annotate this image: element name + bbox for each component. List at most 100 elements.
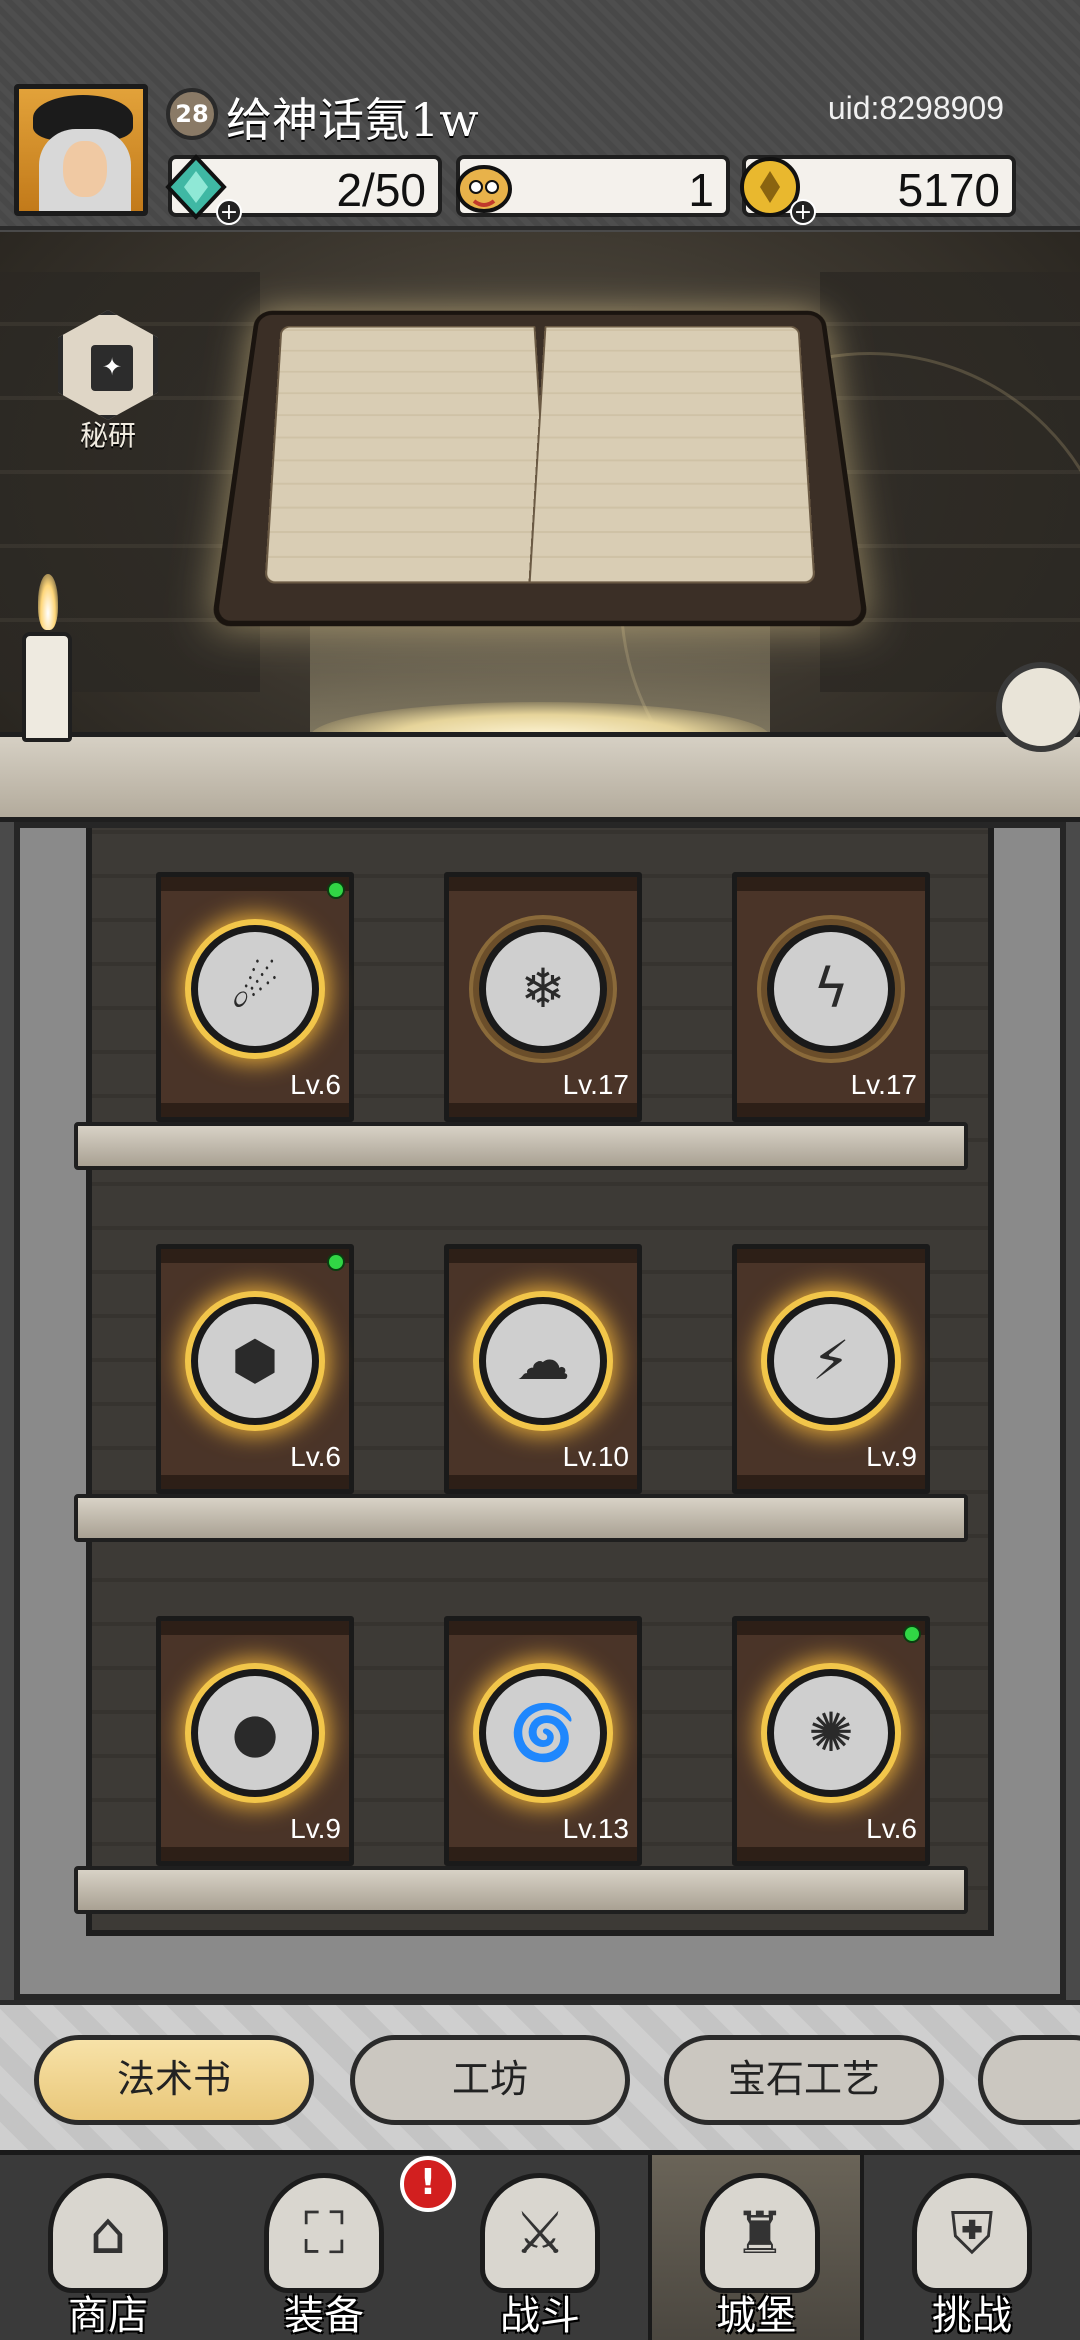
book-spine [449,1621,637,1635]
shield-icon: ⛨ [912,2173,1032,2293]
tab-more[interactable] [978,2035,1080,2125]
book-spine [161,1475,349,1489]
spellbook-card[interactable]: ϟ Lv.17 [732,872,930,1122]
player-avatar[interactable] [14,84,148,216]
book-spine [737,1621,925,1635]
nav-battle-label: 战斗 [432,2283,648,2340]
book-spine [737,1475,925,1489]
nav-battle[interactable]: ⚔ 战斗 [432,2155,648,2340]
book-spine [449,1475,637,1489]
spellbook-card[interactable]: ☄ Lv.6 [156,872,354,1122]
energy-value: 2/50 [336,163,426,217]
spellbook-card[interactable]: ⚡ Lv.9 [732,1244,930,1494]
spellbook-card[interactable]: ● Lv.9 [156,1616,354,1866]
gold-value: 5170 [898,163,1000,217]
new-indicator-dot [327,881,345,899]
spell-emblem-ring: ϟ [767,925,895,1053]
secret-research-label: 秘研 [54,414,162,454]
book-spine [449,1103,637,1117]
desk [0,732,1080,822]
floating-tome[interactable] [235,282,845,642]
spell-emblem-ring: 🌀 [479,1669,607,1797]
book-spine [737,1249,925,1263]
candle-icon [22,632,72,742]
spell-icon: ⚡ [796,1326,866,1396]
ticket-resource[interactable]: 1 [456,155,730,217]
avatar-face [63,141,107,197]
book-spine [737,877,925,891]
spell-level: Lv.9 [290,1813,341,1845]
secret-research-button[interactable]: ✦ 秘研 [54,310,162,450]
book-spine [161,1621,349,1635]
tab-spellbook[interactable]: 法术书 [34,2035,314,2125]
spell-emblem-ring: ☄ [191,925,319,1053]
spell-icon: ϟ [796,954,866,1024]
nav-challenge[interactable]: ⛨ 挑战 [864,2155,1080,2340]
nav-shop[interactable]: ⌂ 商店 [0,2155,216,2340]
book-spine [161,1847,349,1861]
spell-icon: ⬢ [220,1326,290,1396]
book-spine [737,1103,925,1117]
shelf-plank [74,1866,968,1914]
book-spine [449,877,637,891]
spellbook-card[interactable]: ☁ Lv.10 [444,1244,642,1494]
book-spine [161,1103,349,1117]
secret-research-hex: ✦ [58,310,158,420]
add-energy-icon[interactable]: + [216,199,242,225]
spell-icon: 🌀 [508,1698,578,1768]
spellbook-card[interactable]: ✺ Lv.6 [732,1616,930,1866]
book-spine [161,1249,349,1263]
nav-challenge-label: 挑战 [864,2283,1080,2340]
spell-emblem-ring: ✺ [767,1669,895,1797]
gold-resource[interactable]: + 5170 [742,155,1016,217]
spell-icon: ☄ [220,954,290,1024]
spell-emblem-ring: ⚡ [767,1297,895,1425]
spell-emblem-ring: ❄ [479,925,607,1053]
spellbook-card[interactable]: ❄ Lv.17 [444,872,642,1122]
tome-page-right [528,326,815,584]
spell-level: Lv.17 [563,1069,629,1101]
castle-icon: ♜ [700,2173,820,2293]
spell-level: Lv.6 [290,1441,341,1473]
spell-emblem-ring: ● [191,1669,319,1797]
tab-workshop[interactable]: 工坊 [350,2035,630,2125]
ticket-value: 1 [688,163,714,217]
new-indicator-dot [903,1625,921,1643]
spell-icon: ☁ [508,1326,578,1396]
book-spine [161,877,349,891]
sub-tab-bar: 法术书 工坊 宝石工艺 [0,2000,1080,2150]
nav-equipment-label: 装备 [216,2283,432,2340]
energy-resource[interactable]: + 2/50 [168,155,442,217]
spell-icon: ✺ [796,1698,866,1768]
spellbook-card[interactable]: ⬢ Lv.6 [156,1244,354,1494]
spell-level: Lv.10 [563,1441,629,1473]
pocket-watch-icon [996,662,1080,752]
tab-gem-craft[interactable]: 宝石工艺 [664,2035,944,2125]
spell-emblem-ring: ⬢ [191,1297,319,1425]
player-name: 给神话氪1w [226,84,479,150]
ticket-creature-icon [450,153,518,221]
backpack-icon: ⛶ [264,2173,384,2293]
shelf-plank [74,1122,968,1170]
candle-flame-icon [38,574,58,630]
book-spine [449,1249,637,1263]
spell-level: Lv.6 [866,1813,917,1845]
equipment-alert-badge: ! [400,2156,456,2212]
study-scene: ✦ 秘研 [0,232,1080,822]
player-uid: uid:8298909 [828,90,1004,127]
top-bar: 28 给神话氪1w uid:8298909 + 2/50 1 + 5170 [0,0,1080,230]
nav-castle[interactable]: ♜ 城堡 [648,2155,864,2340]
nav-castle-label: 城堡 [652,2283,860,2340]
spell-level: Lv.9 [866,1441,917,1473]
spell-icon: ❄ [508,954,578,1024]
sparkle-book-icon: ✦ [91,345,133,391]
add-gold-icon[interactable]: + [790,199,816,225]
tome-page-left [264,326,551,584]
book-spine [737,1847,925,1861]
shop-icon: ⌂ [48,2173,168,2293]
shelf-plank [74,1494,968,1542]
nav-shop-label: 商店 [0,2283,216,2340]
new-indicator-dot [327,1253,345,1271]
spellbook-card[interactable]: 🌀 Lv.13 [444,1616,642,1866]
player-level-badge: 28 [166,88,218,140]
